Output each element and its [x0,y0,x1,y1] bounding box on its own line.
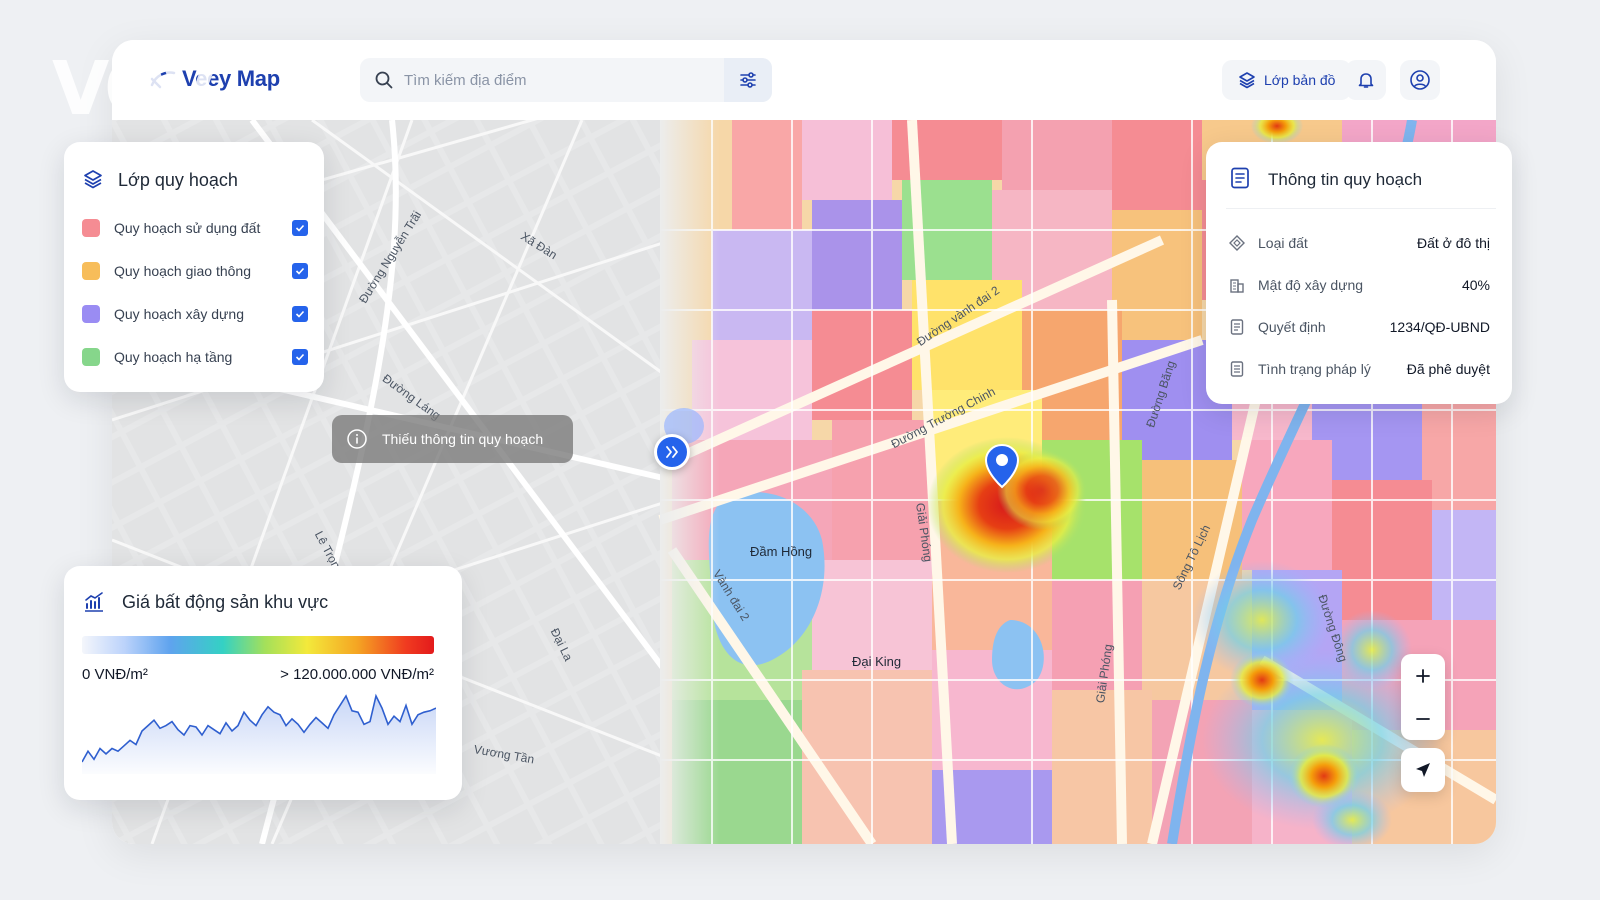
price-max-label: > 120.000.000 VNĐ/m² [280,666,434,683]
layer-item-transport[interactable]: Quy hoạch giao thông [82,259,308,283]
bell-icon [1358,73,1374,88]
layers-icon [84,170,102,189]
planning-layers-title: Lớp quy hoạch [118,170,238,190]
real-estate-price-panel: Giá bất động sản khu vực 0 VNĐ/m² > 120.… [64,566,462,800]
planning-info-panel: Thông tin quy hoạch Loại đất Đất ở đô th… [1206,142,1512,404]
layer-checkbox[interactable] [292,349,308,365]
info-key: Loại đất [1258,235,1308,251]
info-row-decision: Quyết định 1234/QĐ-UBND [1228,315,1490,339]
layer-swatch [82,305,100,323]
filter-sliders-icon [740,72,756,88]
zoom-controls [1401,654,1445,740]
check-icon [295,267,305,275]
layer-item-infrastructure[interactable]: Quy hoạch hạ tầng [82,345,308,369]
missing-info-text: Thiếu thông tin quy hoạch [382,431,544,447]
price-panel-title: Giá bất động sản khu vực [122,592,329,612]
layer-checkbox[interactable] [292,306,308,322]
info-row-building-density: Mật độ xây dựng 40% [1228,273,1490,297]
logo-mark-icon [150,71,176,89]
info-value: 1234/QĐ-UBND [1389,319,1490,335]
land-type-icon [1229,235,1245,251]
my-location-button[interactable] [1401,748,1445,792]
info-row-legal-status: Tình trạng pháp lý Đã phê duyệt [1228,357,1490,381]
app-logo-text: Veey Map [182,66,280,91]
info-icon [347,429,367,449]
zoom-in-button[interactable] [1401,654,1445,697]
map-label-dai-king: Đại King [852,654,902,669]
zoom-out-button[interactable] [1401,697,1445,740]
layer-checkbox[interactable] [292,220,308,236]
planning-info-title: Thông tin quy hoạch [1268,170,1423,189]
map-label-dam-hong: Đầm Hồng [750,544,813,559]
notifications-button[interactable] [1346,60,1386,100]
info-row-land-type: Loại đất Đất ở đô thị [1228,231,1490,255]
missing-info-tooltip: Thiếu thông tin quy hoạch [332,415,573,463]
document-icon [1231,167,1249,189]
info-value: Đã phê duyệt [1406,361,1490,377]
minus-icon [1416,717,1430,720]
info-key: Quyết định [1258,319,1326,335]
compare-slider-handle[interactable] [654,434,690,470]
map-layers-label: Lớp bản đồ [1264,72,1336,88]
layer-label: Quy hoạch xây dựng [114,306,245,322]
layer-item-construction[interactable]: Quy hoạch xây dựng [82,302,308,326]
search-input[interactable] [404,71,704,89]
price-gradient-legend [82,636,434,654]
info-value: 40% [1461,277,1490,293]
info-key: Mật độ xây dựng [1258,277,1364,293]
double-chevron-right-icon [666,446,678,458]
layer-swatch [82,219,100,237]
search-bar[interactable] [360,58,772,102]
plus-icon [1416,668,1430,683]
layer-label: Quy hoạch giao thông [114,263,251,279]
layer-label: Quy hoạch hạ tầng [114,349,233,365]
planning-layers-panel: Lớp quy hoạch Quy hoạch sử dụng đất Quy … [64,142,324,392]
info-divider [1226,208,1496,209]
decision-document-icon [1230,319,1244,335]
layer-checkbox[interactable] [292,263,308,279]
price-min-label: 0 VNĐ/m² [82,666,148,683]
price-trend-chart [82,693,436,774]
map-layers-button[interactable]: Lớp bản đồ [1222,60,1352,100]
layer-swatch [82,262,100,280]
layer-item-land-use[interactable]: Quy hoạch sử dụng đất [82,216,308,240]
top-bar: Veey Map Lớp [112,40,1496,120]
search-icon [375,71,393,89]
layers-icon [1239,72,1255,89]
price-chart-icon [85,592,103,612]
info-key: Tình trạng pháp lý [1258,361,1371,377]
price-area-fill [82,696,436,774]
check-icon [295,224,305,232]
app-logo[interactable]: Veey Map [148,66,280,92]
info-value: Đất ở đô thị [1417,235,1490,251]
navigation-arrow-icon [1416,763,1430,777]
check-icon [295,353,305,361]
filter-button[interactable] [724,58,772,102]
building-density-icon [1230,279,1244,293]
check-icon [295,310,305,318]
layer-swatch [82,348,100,366]
legal-status-icon [1230,361,1244,377]
user-avatar-icon [1410,70,1430,90]
layer-label: Quy hoạch sử dụng đất [114,220,261,236]
account-button[interactable] [1400,60,1440,100]
